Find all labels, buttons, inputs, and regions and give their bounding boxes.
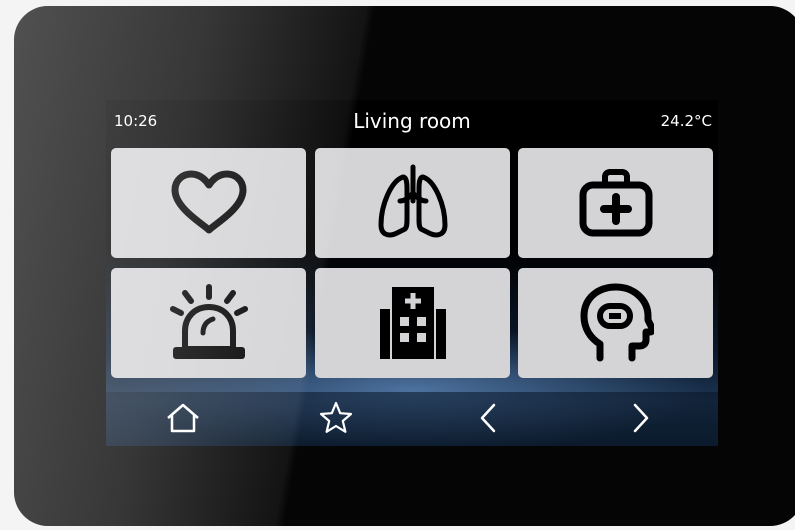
first-aid-kit-icon [579,169,652,237]
hospital-building-icon [379,287,446,359]
tile-head[interactable] [518,268,713,378]
tile-lungs[interactable] [315,148,510,258]
chevron-right-icon [633,403,649,433]
home-icon [167,403,199,433]
tile-alarm[interactable] [111,268,306,378]
lungs-icon [378,164,447,238]
chevron-left-icon [480,403,496,433]
tile-heart[interactable] [111,148,306,258]
touch-screen: 10:26 Living room 24.2°C [106,100,718,446]
heart-icon [171,170,246,234]
previous-button[interactable] [463,398,513,438]
favorites-button[interactable] [311,398,361,438]
next-button[interactable] [616,398,666,438]
tile-hospital[interactable] [315,268,510,378]
tile-first-aid[interactable] [518,148,713,258]
touch-panel-device: 10:26 Living room 24.2°C [14,6,795,526]
head-profile-icon [580,283,654,362]
navigation-bar [106,392,718,446]
home-button[interactable] [158,398,208,438]
alarm-siren-icon [169,284,248,359]
star-icon [319,401,353,433]
status-bar: 10:26 Living room 24.2°C [106,100,718,142]
tile-grid [111,148,713,384]
room-title: Living room [353,109,471,133]
temperature-readout: 24.2°C [660,112,712,130]
